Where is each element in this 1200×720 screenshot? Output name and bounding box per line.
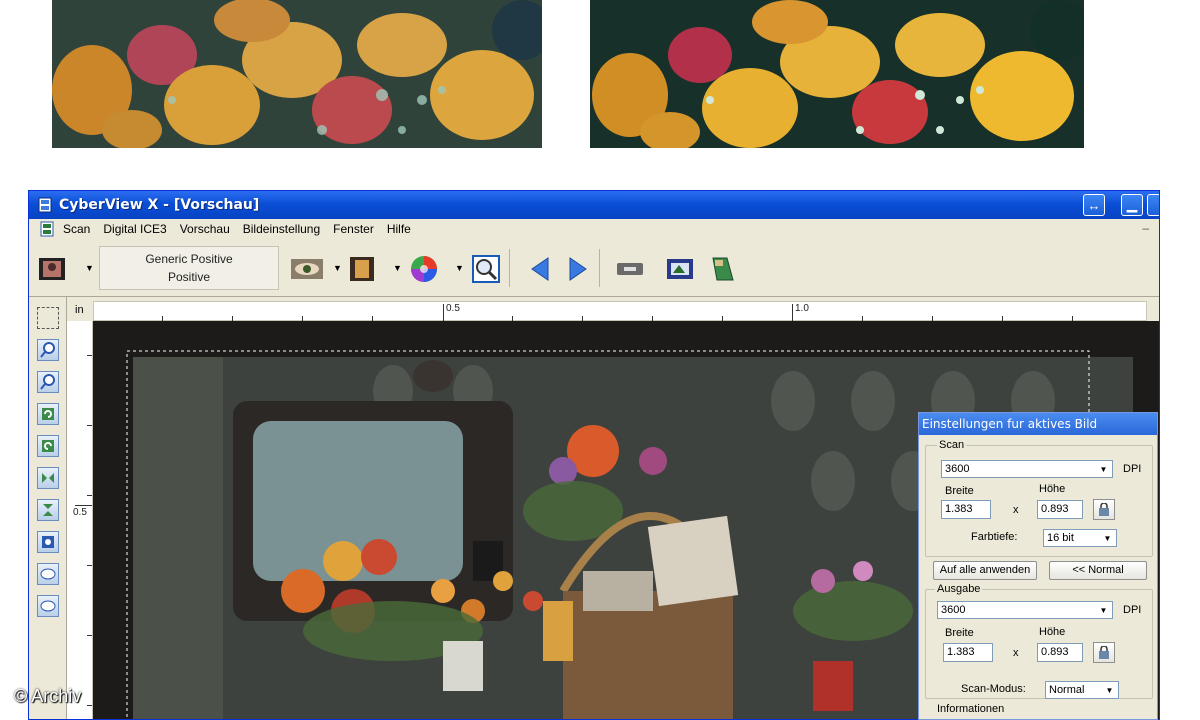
- chevron-down-icon: ▼: [1096, 462, 1111, 476]
- scan-dpi-unit: DPI: [1123, 463, 1142, 475]
- ruler-unit: in: [67, 301, 93, 321]
- lock-icon: [1099, 503, 1109, 516]
- film-frame-icon[interactable]: [37, 254, 67, 284]
- filmstrip-icon[interactable]: [347, 254, 377, 284]
- scan-mode-label: Scan-Modus:: [961, 683, 1026, 695]
- ruler-label-1-0: 1.0: [795, 303, 809, 314]
- output-group-label: Ausgabe: [935, 583, 983, 595]
- scan-width-label: Breite: [945, 485, 974, 497]
- color-depth-select[interactable]: 16 bit ▼: [1043, 529, 1117, 547]
- double-arrow-icon[interactable]: ↔: [1083, 194, 1105, 216]
- menu-fenster[interactable]: Fenster: [333, 222, 374, 236]
- scan-frame-icon[interactable]: [665, 254, 695, 284]
- copyright-watermark: © Archiv: [14, 686, 82, 706]
- crop-select-icon[interactable]: [37, 307, 59, 329]
- side-toolbar: [29, 297, 67, 719]
- previous-arrow-icon[interactable]: [525, 254, 555, 284]
- ruler-label-left-0-5: 0.5: [73, 507, 87, 518]
- film-type-label: Generic Positive: [145, 252, 233, 266]
- scan-dpi-value: 3600: [945, 463, 970, 475]
- toolbar-separator: [599, 249, 600, 287]
- output-width-label: Breite: [945, 627, 974, 639]
- lock-icon: [1099, 646, 1109, 659]
- normal-button[interactable]: << Normal: [1049, 561, 1147, 580]
- flip-horizontal-icon[interactable]: [37, 467, 59, 489]
- apply-all-button[interactable]: Auf alle anwenden: [933, 561, 1037, 580]
- scan-width-input[interactable]: 1.383: [941, 500, 991, 519]
- scan-group-label: Scan: [937, 439, 967, 451]
- ruler-top: 0.5 1.0: [93, 301, 1147, 321]
- reset-icon[interactable]: [37, 531, 59, 553]
- film-type-selector[interactable]: Generic Positive Positive: [99, 246, 279, 290]
- scanner-icon[interactable]: [707, 254, 737, 284]
- eye-icon[interactable]: [289, 254, 325, 284]
- scan-height-input[interactable]: 0.893: [1037, 500, 1083, 519]
- menu-hilfe[interactable]: Hilfe: [387, 222, 411, 236]
- chevron-down-icon: ▼: [1100, 531, 1115, 545]
- mdi-minimize-button[interactable]: –: [1142, 221, 1149, 235]
- menu-digital-ice3[interactable]: Digital ICE3: [103, 222, 166, 236]
- gem-icon[interactable]: [37, 595, 59, 617]
- next-arrow-icon[interactable]: [563, 254, 593, 284]
- toolbar-separator: [509, 249, 510, 287]
- scan-mode-value: Normal: [1049, 684, 1085, 696]
- panel-title: Einstellungen fur aktives Bild: [919, 413, 1157, 435]
- settings-panel: Einstellungen fur aktives Bild Scan 3600…: [918, 412, 1158, 720]
- output-dpi-unit: DPI: [1123, 604, 1142, 616]
- scan-times-sign: x: [1013, 504, 1019, 516]
- output-lock-button[interactable]: [1093, 642, 1115, 663]
- title-bar[interactable]: CyberView X - [Vorschau] ↔ ▁: [29, 191, 1159, 219]
- menu-bildeinstellung[interactable]: Bildeinstellung: [243, 222, 320, 236]
- output-width-input[interactable]: 1.383: [943, 643, 993, 662]
- zoom-out-icon[interactable]: [37, 371, 59, 393]
- eye-dropdown[interactable]: ▼: [333, 263, 342, 273]
- chevron-down-icon: ▼: [1102, 683, 1117, 697]
- menu-scan[interactable]: Scan: [63, 222, 90, 236]
- chevron-down-icon: ▼: [1096, 603, 1111, 617]
- maximize-button[interactable]: [1147, 194, 1159, 216]
- info-group-label: Informationen: [935, 703, 1007, 715]
- output-dpi-select[interactable]: 3600 ▼: [937, 601, 1113, 619]
- color-dropdown[interactable]: ▼: [455, 263, 464, 273]
- filmstrip-dropdown[interactable]: ▼: [393, 263, 402, 273]
- menu-vorschau[interactable]: Vorschau: [180, 222, 230, 236]
- scan-height-label: Höhe: [1039, 483, 1066, 495]
- eject-icon[interactable]: [615, 254, 645, 284]
- flowers-crop-after: [590, 0, 1084, 148]
- flowers-crop-before: [52, 0, 542, 148]
- menu-bar: Scan Digital ICE3 Vorschau Bildeinstellu…: [29, 219, 1159, 239]
- color-depth-value: 16 bit: [1047, 532, 1074, 544]
- ruler-label-0-5: 0.5: [446, 303, 460, 314]
- output-height-label: Höhe: [1039, 626, 1066, 638]
- ice-icon[interactable]: [37, 563, 59, 585]
- color-wheel-icon[interactable]: [409, 254, 439, 284]
- zoom-preview-icon[interactable]: [471, 254, 501, 284]
- ruler-left: 0.5: [67, 321, 93, 719]
- main-toolbar: ▼ Generic Positive Positive ▼ ▼ ▼: [29, 239, 1159, 297]
- scan-mode-select[interactable]: Normal ▼: [1045, 681, 1119, 699]
- flip-vertical-icon[interactable]: [37, 499, 59, 521]
- film-subtype-label: Positive: [167, 270, 211, 284]
- minimize-button[interactable]: ▁: [1121, 194, 1143, 216]
- document-icon[interactable]: [39, 221, 55, 237]
- scan-lock-button[interactable]: [1093, 499, 1115, 520]
- window-title: CyberView X - [Vorschau]: [59, 197, 260, 213]
- scan-dpi-select[interactable]: 3600 ▼: [941, 460, 1113, 478]
- film-frame-dropdown[interactable]: ▼: [85, 263, 94, 273]
- rotate-right-icon[interactable]: [37, 435, 59, 457]
- output-height-input[interactable]: 0.893: [1037, 643, 1083, 662]
- app-icon: [38, 197, 52, 213]
- color-depth-label: Farbtiefe:: [971, 531, 1018, 543]
- zoom-in-icon[interactable]: [37, 339, 59, 361]
- output-times-sign: x: [1013, 647, 1019, 659]
- output-dpi-value: 3600: [941, 604, 966, 616]
- rotate-left-icon[interactable]: [37, 403, 59, 425]
